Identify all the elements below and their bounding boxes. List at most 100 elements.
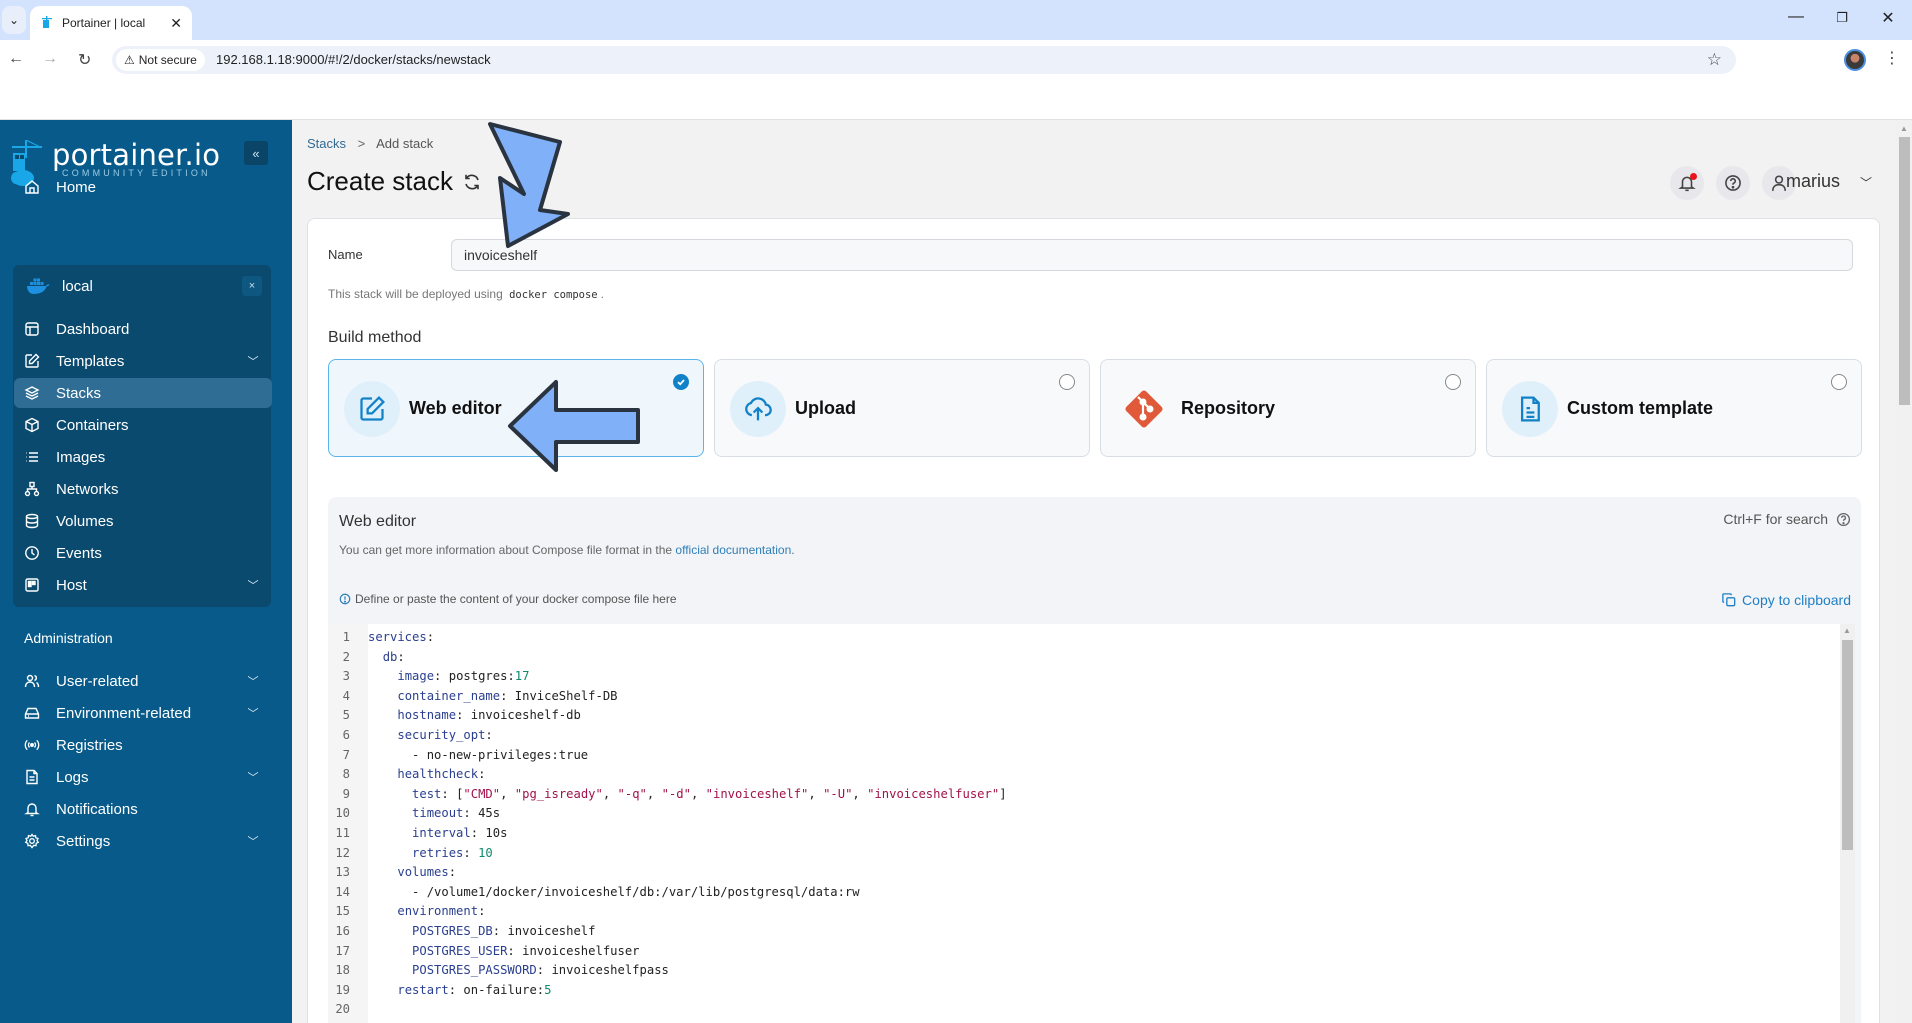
environment-header[interactable]: local × [14,268,272,304]
browser-menu-icon[interactable]: ⋮ [1884,48,1900,68]
code-line[interactable]: 19 restart: on-failure:5 [328,981,1828,1001]
code-text: POSTGRES_DB: invoiceshelf [412,924,596,938]
help-button[interactable] [1716,166,1750,200]
collapse-sidebar-button[interactable]: « [244,141,268,165]
method-label: Repository [1181,398,1276,418]
chevron-down-icon[interactable]: ﹀ [244,705,262,721]
code-line[interactable]: 3 image: postgres:17 [328,667,1828,687]
sidebar-item-stacks[interactable]: Stacks [14,378,272,408]
code-line[interactable]: 2 db: [328,648,1828,668]
code-line[interactable]: 12 retries: 10 [328,844,1828,864]
scroll-up-icon[interactable]: ▲ [1843,626,1851,635]
page-scrollbar[interactable]: ▲ [1896,120,1912,1023]
code-line[interactable]: 13 volumes: [328,863,1828,883]
sidebar-item-volumes[interactable]: Volumes [14,506,272,536]
sidebar-item-logs[interactable]: Logs ﹀ [14,762,272,792]
restore-icon[interactable]: ❐ [1832,10,1852,26]
line-number: 8 [342,767,350,782]
code-text: environment: [397,904,486,919]
sidebar-item-label: Stacks [56,384,102,402]
sidebar-item-images[interactable]: Images [14,442,272,472]
code-line[interactable]: 6 security_opt: [328,726,1828,746]
radio-unchecked-icon[interactable] [1831,374,1847,390]
build-method-custom-template[interactable]: Custom template [1486,359,1862,457]
code-line[interactable]: 11 interval: 10s [328,824,1828,844]
page-scrollbar-thumb[interactable] [1899,137,1910,405]
sidebar-item-notifications[interactable]: Notifications [14,794,272,824]
notifications-button[interactable] [1670,166,1704,200]
code-editor[interactable]: 1 services: 2 db: 3 image: postgres:17 4 con… [328,624,1840,1023]
official-documentation-link[interactable]: official documentation [675,543,791,557]
chevron-down-icon[interactable]: ﹀ [244,833,262,849]
code-line[interactable]: 5 hostname: invoiceshelf-db [328,706,1828,726]
build-method-upload[interactable]: Upload [714,359,1090,457]
sidebar-item-home[interactable]: Home [14,172,272,202]
code-line[interactable]: 10 timeout: 45s [328,804,1828,824]
code-line[interactable]: 8 healthcheck: [328,765,1828,785]
profile-avatar[interactable] [1844,49,1866,71]
security-chip[interactable]: ⚠ Not secure [116,49,205,71]
sidebar-item-registries[interactable]: Registries [14,730,272,760]
chevron-down-icon[interactable]: ﹀ [244,577,262,593]
sidebar-item-events[interactable]: Events [14,538,272,568]
forward-icon[interactable]: → [42,50,58,68]
sidebar-item-environment-related[interactable]: Environment-related ﹀ [14,698,272,728]
build-method-repository[interactable]: Repository [1100,359,1476,457]
code-line[interactable]: 20 [328,1000,1828,1020]
code-text: interval: 10s [412,826,508,840]
copy-to-clipboard-button[interactable]: Copy to clipboard [1722,592,1851,608]
radio-unchecked-icon[interactable] [1445,374,1461,390]
chevron-down-icon[interactable]: ﹀ [244,673,262,689]
close-environment-button[interactable]: × [242,276,262,296]
url-text[interactable]: 192.168.1.18:9000/#!/2/docker/stacks/new… [216,52,491,67]
line-number: 2 [342,649,350,664]
code-text: POSTGRES_PASSWORD: invoiceshelfpass [412,963,669,978]
bookmark-star-icon[interactable]: ☆ [1707,50,1722,70]
tab-search-button[interactable]: ⌄ [2,6,26,34]
code-line[interactable]: 17 POSTGRES_USER: invoiceshelfuser [328,942,1828,962]
editor-scrollbar-thumb[interactable] [1842,640,1853,850]
minimize-icon[interactable]: — [1786,8,1806,26]
chevron-down-icon[interactable]: ﹀ [244,769,262,785]
breadcrumb-stacks-link[interactable]: Stacks [307,136,346,151]
browser-toolbar: ← → ↻ ⚠ Not secure 192.168.1.18:9000/#!/… [0,40,1912,80]
sidebar-item-containers[interactable]: Containers [14,410,272,440]
reload-icon[interactable]: ↻ [78,50,91,70]
sidebar-item-templates[interactable]: Templates ﹀ [14,346,272,376]
address-bar[interactable]: ⚠ Not secure 192.168.1.18:9000/#!/2/dock… [112,46,1736,74]
back-icon[interactable]: ← [8,50,24,68]
help-icon[interactable] [1836,512,1851,527]
sidebar-item-settings[interactable]: Settings ﹀ [14,826,272,856]
sidebar-item-user-related[interactable]: User-related ﹀ [14,666,272,696]
tab-close-icon[interactable]: ✕ [170,15,182,32]
username[interactable]: marius [1786,171,1840,192]
code-line[interactable]: 9 test: ["CMD", "pg_isready", "-q", "-d"… [328,785,1828,805]
radio-icon [22,735,42,755]
sidebar-item-host[interactable]: Host ﹀ [14,570,272,600]
chevron-down-icon[interactable]: ﹀ [244,353,262,369]
refresh-icon[interactable] [463,173,481,191]
code-line[interactable]: 14 - /volume1/docker/invoiceshelf/db:/va… [328,883,1828,903]
code-line[interactable]: 7 - no-new-privileges:true [328,746,1828,766]
scroll-up-icon[interactable]: ▲ [1900,124,1908,133]
editor-scrollbar[interactable]: ▲ [1840,624,1855,1023]
window-close-icon[interactable]: ✕ [1878,8,1898,28]
code-line[interactable]: 1 services: [328,628,1828,648]
code-line[interactable]: 15 environment: [328,902,1828,922]
radio-checked-icon[interactable] [673,374,689,390]
cloud-upload-icon [730,381,786,437]
stack-name-input[interactable] [451,239,1853,271]
radio-unchecked-icon[interactable] [1059,374,1075,390]
code-line[interactable]: 18 POSTGRES_PASSWORD: invoiceshelfpass [328,961,1828,981]
sidebar-item-dashboard[interactable]: Dashboard [14,314,272,344]
bell-icon [22,799,42,819]
editor-hint: Define or paste the content of your dock… [339,592,677,606]
code-line[interactable]: 16 POSTGRES_DB: invoiceshelf [328,922,1828,942]
chevron-down-icon[interactable]: ﹀ [1860,174,1872,191]
browser-tab[interactable]: Portainer | local ✕ [30,6,192,40]
drive-icon [22,703,42,723]
sidebar-item-label: Environment-related [56,704,192,722]
code-line[interactable]: 4 container_name: InviceShelf-DB [328,687,1828,707]
build-method-web-editor[interactable]: Web editor [328,359,704,457]
sidebar-item-networks[interactable]: Networks [14,474,272,504]
